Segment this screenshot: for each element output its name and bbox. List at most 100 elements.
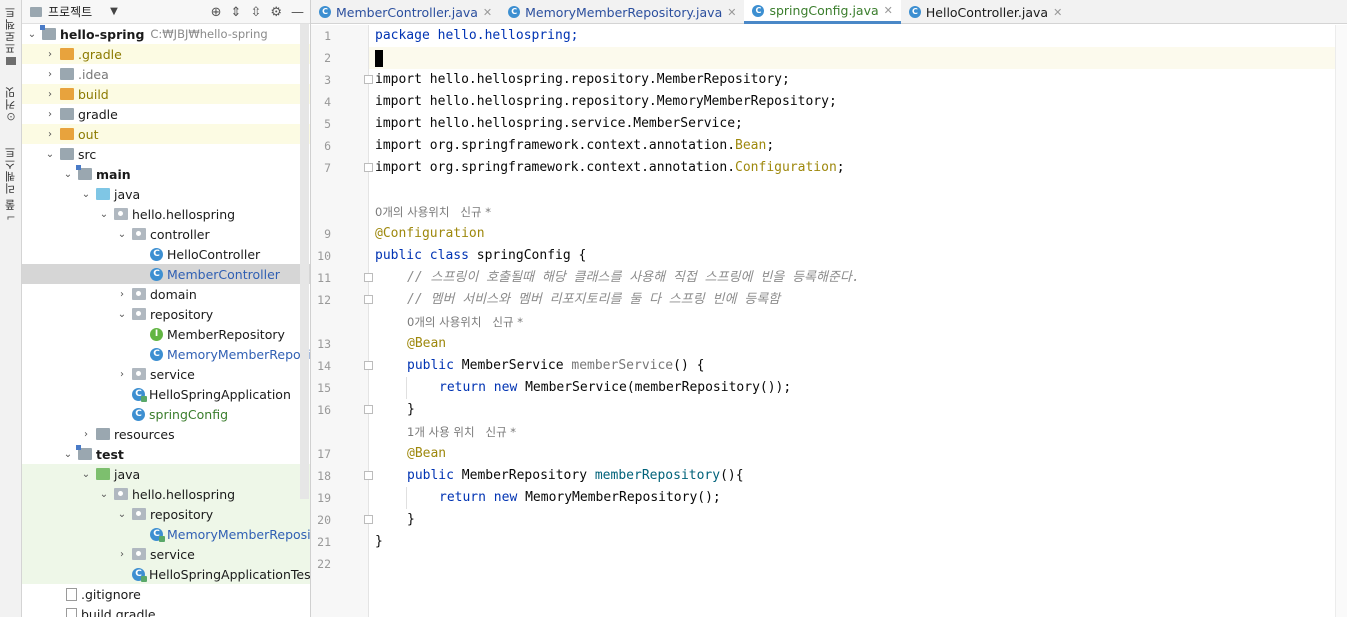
chevron-down-icon[interactable]: ⌄ [116,229,128,240]
spring-class-icon: C [132,387,147,402]
tree-item-main[interactable]: ⌄ main [22,164,310,184]
project-scrollbar[interactable] [300,24,309,499]
tree-item-hello-spring-application-tests[interactable]: C HelloSpringApplicationTests [22,564,310,584]
chevron-right-icon[interactable]: › [44,69,56,80]
expand-all-icon[interactable]: ⇕ [231,5,242,20]
chevron-down-icon[interactable]: ⌄ [116,509,128,520]
chevron-right-icon[interactable]: › [44,109,56,120]
chevron-down-icon[interactable]: ▼ [110,6,118,17]
tree-item-member-repository[interactable]: I MemberRepository [22,324,310,344]
tree-item-domain[interactable]: › domain [22,284,310,304]
import-path: import org.springframework.context.annot… [375,138,736,153]
collapse-all-icon[interactable]: ⇳ [250,5,261,20]
tree-item-gitignore[interactable]: .gitignore [22,584,310,604]
tree-item-hello-spring-application[interactable]: C HelloSpringApplication [22,384,310,404]
chevron-down-icon[interactable]: ⌄ [62,449,74,460]
chevron-down-icon[interactable]: ⌄ [98,489,110,500]
fold-marker-icon[interactable] [364,515,373,524]
package-icon [132,288,146,300]
minimize-icon[interactable]: — [291,5,304,20]
fold-marker-icon[interactable] [364,471,373,480]
tree-item-spring-config[interactable]: C springConfig [22,404,310,424]
pull-request-tool-tab[interactable]: 풀 리퀘스트 ⌐ [0,146,22,224]
interface-icon: I [150,327,163,341]
tree-item-main-java[interactable]: ⌄ java [22,184,310,204]
tree-item-package-test[interactable]: ⌄ hello.hellospring [22,484,310,504]
tree-item-test[interactable]: ⌄ test [22,444,310,464]
tree-item-hello-controller[interactable]: C HelloController [22,244,310,264]
method-params: (){ [720,468,744,483]
chevron-right-icon[interactable]: › [116,549,128,560]
tab-member-controller[interactable]: C MemberController.java ✕ [311,0,500,24]
chevron-down-icon[interactable]: ⌄ [98,209,110,220]
tree-item-test-java[interactable]: ⌄ java [22,464,310,484]
chevron-down-icon[interactable]: ⌄ [116,309,128,320]
tree-item-memory-member-repository[interactable]: C MemoryMemberReposito [22,344,310,364]
chevron-right-icon[interactable]: › [44,49,56,60]
tree-item-label: java [114,466,141,482]
gear-icon[interactable]: ⚙ [270,5,282,20]
commit-tool-tab[interactable]: 커밋 ⊙ [0,86,22,123]
editor-scrollbar[interactable] [1335,25,1347,617]
close-icon[interactable]: ✕ [483,6,492,19]
usage-hint[interactable]: 0개의 사용위치 신규 * [375,201,491,223]
tree-item-repository[interactable]: ⌄ repository [22,304,310,324]
fold-marker-icon[interactable] [364,361,373,370]
tree-item-hello-spring[interactable]: ⌄ hello-spring C:₩JBJ₩hello-spring [22,24,310,44]
tree-item-gradle[interactable]: › gradle [22,104,310,124]
fold-marker-icon[interactable] [364,405,373,414]
class-icon: C [908,6,921,18]
tree-item-member-controller[interactable]: C MemberController [22,264,310,284]
tree-item-build[interactable]: › build [22,84,310,104]
tree-item-gradle-hidden[interactable]: › .gradle [22,44,310,64]
close-icon[interactable]: ✕ [884,4,893,17]
tree-item-memory-member-repository-test[interactable]: C MemoryMemberReposito [22,524,310,544]
tree-item-test-service[interactable]: › service [22,544,310,564]
tab-spring-config[interactable]: C springConfig.java ✕ [744,0,901,24]
chevron-down-icon[interactable]: ⌄ [80,189,92,200]
tree-item-label: .gitignore [81,586,141,602]
test-class-icon: C [150,527,165,542]
code-line: @Configuration [375,226,485,241]
project-panel-title[interactable]: 프로젝트 [48,3,92,20]
chevron-right-icon[interactable]: › [116,289,128,300]
fold-marker-icon[interactable] [364,295,373,304]
chevron-right-icon[interactable]: › [44,89,56,100]
tree-item-test-repository[interactable]: ⌄ repository [22,504,310,524]
tree-item-build-gradle[interactable]: build.gradle [22,604,310,617]
locate-icon[interactable]: ⊕ [211,5,222,20]
folder-icon [60,88,74,100]
usage-hint[interactable]: 0개의 사용위치 신규 * [407,311,523,333]
chevron-down-icon[interactable]: ⌄ [26,29,38,40]
tab-memory-member-repository[interactable]: C MemoryMemberRepository.java ✕ [500,0,744,24]
chevron-down-icon[interactable]: ⌄ [44,149,56,160]
return-type: MemberRepository [461,468,595,483]
text-caret [375,50,383,67]
tree-item-out[interactable]: › out [22,124,310,144]
chevron-right-icon[interactable]: › [80,429,92,440]
tab-label: springConfig.java [769,3,879,18]
close-icon[interactable]: ✕ [727,6,736,19]
tree-item-resources[interactable]: › resources [22,424,310,444]
close-icon[interactable]: ✕ [1053,6,1062,19]
tree-item-service[interactable]: › service [22,364,310,384]
code-line: } [407,512,415,527]
tree-item-idea[interactable]: › .idea [22,64,310,84]
folder-icon [60,48,74,60]
tree-item-controller[interactable]: ⌄ controller [22,224,310,244]
tree-item-package-main[interactable]: ⌄ hello.hellospring [22,204,310,224]
fold-marker-icon[interactable] [364,163,373,172]
chevron-right-icon[interactable]: › [44,129,56,140]
usage-hint[interactable]: 1개 사용 위치 신규 * [407,421,516,443]
chevron-down-icon[interactable]: ⌄ [80,469,92,480]
fold-marker-icon[interactable] [364,75,373,84]
code-editor[interactable]: 1 2 3 4 5 6 7 9 10 11 12 13 14 15 16 17 … [311,25,1347,617]
tree-item-src[interactable]: ⌄ src [22,144,310,164]
code-line: } [407,402,415,417]
tab-hello-controller[interactable]: C HelloController.java ✕ [901,0,1070,24]
project-tool-tab[interactable]: 프로젝트 [0,6,22,65]
code-line: import org.springframework.context.annot… [375,138,775,153]
chevron-down-icon[interactable]: ⌄ [62,169,74,180]
chevron-right-icon[interactable]: › [116,369,128,380]
fold-marker-icon[interactable] [364,273,373,282]
